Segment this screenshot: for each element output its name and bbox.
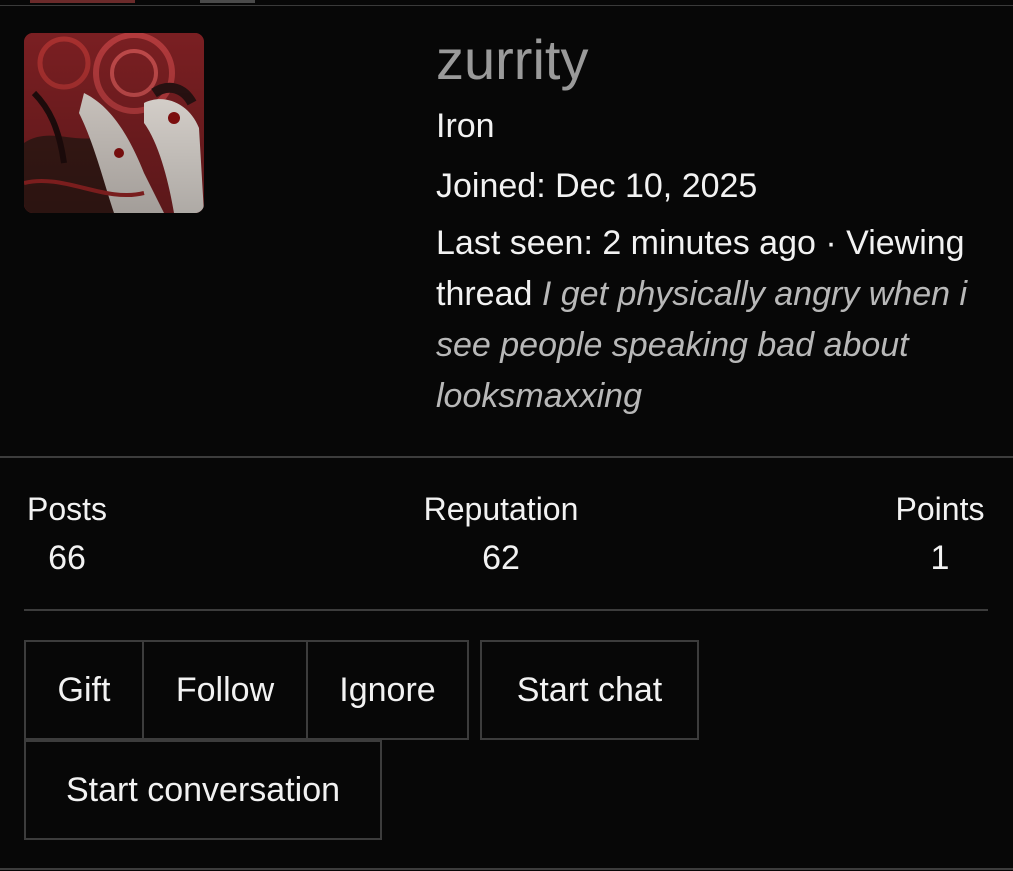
tab-peek bbox=[30, 0, 135, 3]
stat-points[interactable]: Points 1 bbox=[892, 488, 988, 586]
divider bbox=[0, 456, 1013, 458]
avatar[interactable] bbox=[24, 33, 204, 213]
start-chat-button[interactable]: Start chat bbox=[480, 640, 699, 740]
posts-value: 66 bbox=[48, 539, 86, 577]
profile-info: zurrity Iron Joined: Dec 10, 2025 Last s… bbox=[436, 28, 996, 422]
joined-date: Joined: Dec 10, 2025 bbox=[436, 167, 758, 205]
avatar-image bbox=[24, 33, 204, 213]
user-stats: Posts 66 Reputation 62 Points 1 bbox=[24, 488, 988, 588]
reputation-label: Reputation bbox=[423, 491, 579, 527]
ignore-button[interactable]: Ignore bbox=[306, 640, 469, 740]
last-seen-activity: Last seen: 2 minutes ago · Viewing threa… bbox=[436, 218, 981, 422]
top-strip bbox=[0, 0, 1013, 6]
points-label: Points bbox=[895, 491, 985, 527]
follow-button[interactable]: Follow bbox=[142, 640, 308, 740]
user-rank: Iron bbox=[436, 107, 495, 145]
reputation-value: 62 bbox=[482, 539, 520, 577]
points-value: 1 bbox=[930, 539, 950, 577]
stat-reputation[interactable]: Reputation 62 bbox=[420, 488, 582, 586]
username[interactable]: zurrity bbox=[436, 28, 996, 92]
start-conversation-button[interactable]: Start conversation bbox=[24, 740, 382, 840]
divider bbox=[24, 609, 988, 611]
profile-card: zurrity Iron Joined: Dec 10, 2025 Last s… bbox=[0, 0, 1013, 871]
posts-label: Posts bbox=[26, 491, 108, 527]
tab-peek bbox=[200, 0, 255, 3]
stat-posts[interactable]: Posts 66 bbox=[24, 488, 110, 586]
divider bbox=[0, 868, 1013, 870]
gift-button[interactable]: Gift bbox=[24, 640, 144, 740]
